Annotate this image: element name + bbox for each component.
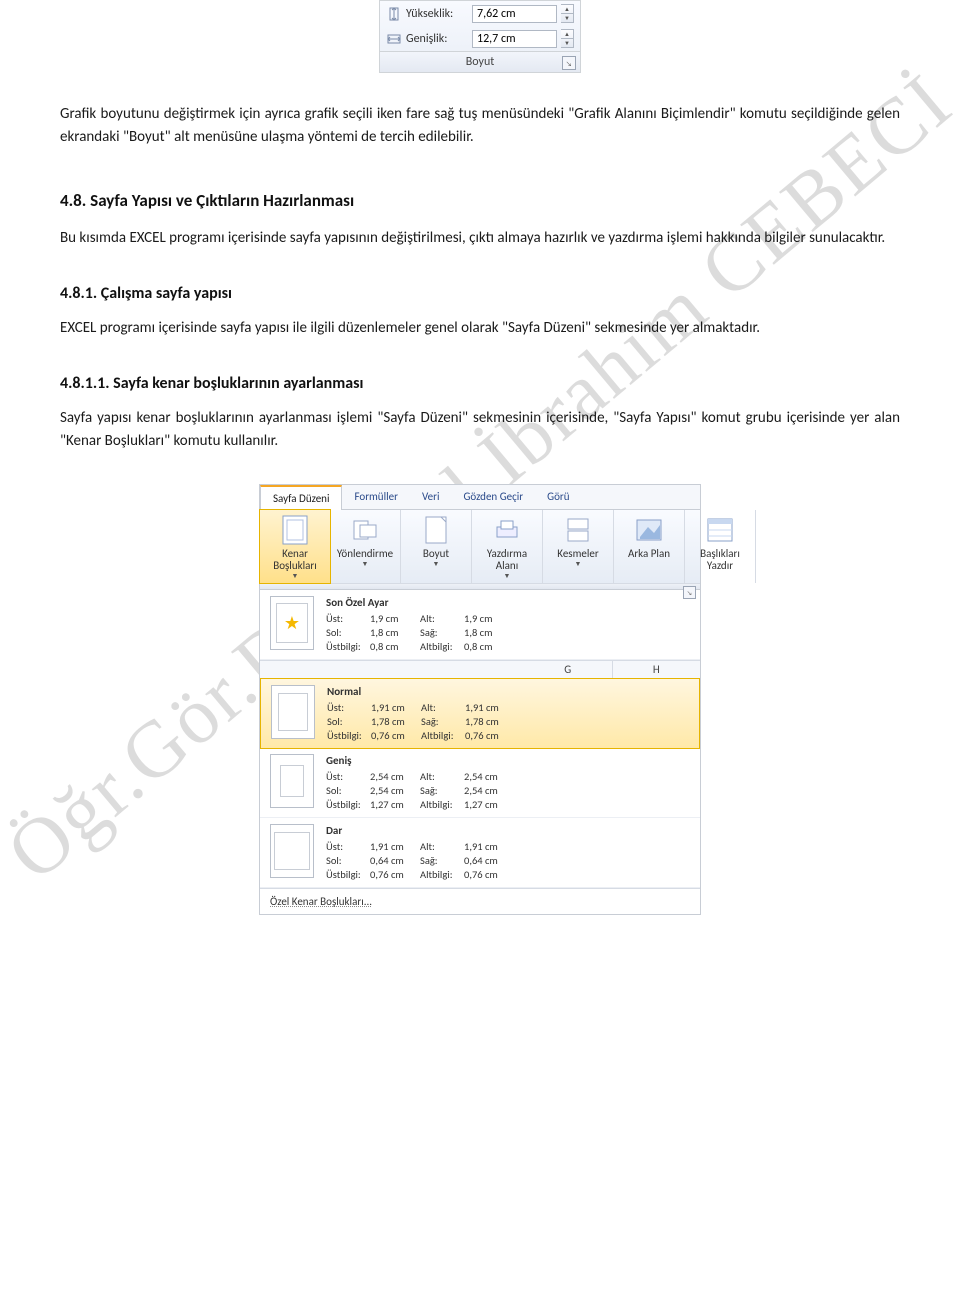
group-dialog-launcher-icon[interactable]: ↘ — [683, 586, 696, 599]
width-icon — [386, 31, 402, 47]
heading-4-8-1-1: 4.8.1.1. Sayfa kenar boşluklarının ayarl… — [60, 374, 900, 393]
size-label: Boyut — [423, 548, 449, 560]
chevron-down-icon: ▼ — [433, 560, 440, 568]
orientation-label: Yönlendirme — [337, 548, 393, 560]
custom-margins-item[interactable]: Özel Kenar Boşlukları... — [260, 888, 700, 914]
width-label: Genişlik: — [406, 32, 468, 46]
tab-data[interactable]: Veri — [410, 485, 452, 509]
margins-button[interactable]: Kenar Boşlukları ▼ — [259, 509, 331, 585]
tab-view[interactable]: Görü — [535, 485, 581, 509]
breaks-icon — [563, 515, 593, 545]
margins-label: Kenar Boşlukları — [268, 548, 322, 572]
breaks-label: Kesmeler — [557, 548, 598, 560]
orientation-button[interactable]: Yönlendirme ▼ — [330, 510, 401, 584]
background-icon — [634, 515, 664, 545]
breaks-button[interactable]: Kesmeler ▼ — [543, 510, 614, 584]
paragraph-1: Grafik boyutunu değiştirmek için ayrıca … — [60, 103, 900, 150]
ribbon-group-name-bar: ↘ — [260, 584, 700, 589]
print-area-icon — [492, 515, 522, 545]
print-titles-label: Başlıkları Yazdır — [693, 548, 747, 572]
preset-title: Son Özel Ayar — [326, 596, 690, 609]
heading-4-8: 4.8. Sayfa Yapısı ve Çıktıların Hazırlan… — [60, 190, 900, 211]
heading-4-8-1: 4.8.1. Çalışma sayfa yapısı — [60, 284, 900, 303]
preset-title: Normal — [327, 685, 689, 698]
margins-dropdown: Son Özel Ayar Üst:1,9 cmAlt:1,9 cm Sol:1… — [260, 589, 700, 914]
preset-title: Dar — [326, 824, 690, 837]
preset-thumb-icon — [270, 754, 314, 808]
col-g: G — [524, 661, 613, 678]
size-group-name: Boyut — [466, 55, 495, 69]
tab-review[interactable]: Gözden Geçir — [451, 485, 535, 509]
margin-preset-normal[interactable]: Normal Üst:1,91 cmAlt:1,91 cm Sol:1,78 c… — [260, 678, 700, 749]
paragraph-4: Sayfa yapısı kenar boşluklarının ayarlan… — [60, 407, 900, 454]
width-spinner[interactable]: ▲▼ — [561, 29, 574, 48]
margin-preset-narrow[interactable]: Dar Üst:1,91 cmAlt:1,91 cm Sol:0,64 cmSa… — [260, 818, 700, 888]
tab-formulas[interactable]: Formüller — [342, 485, 409, 509]
paragraph-2: Bu kısımda EXCEL programı içerisinde say… — [60, 227, 900, 250]
margin-preset-last-custom[interactable]: Son Özel Ayar Üst:1,9 cmAlt:1,9 cm Sol:1… — [260, 590, 700, 660]
print-titles-icon — [705, 515, 735, 545]
print-area-button[interactable]: Yazdırma Alanı ▼ — [472, 510, 543, 584]
preset-title: Geniş — [326, 754, 690, 767]
background-label: Arka Plan — [628, 548, 670, 560]
chevron-down-icon: ▼ — [292, 572, 299, 580]
chevron-down-icon: ▼ — [575, 560, 582, 568]
preset-thumb-icon — [271, 685, 315, 739]
preset-thumb-icon — [270, 824, 314, 878]
tab-page-layout[interactable]: Sayfa Düzeni — [260, 485, 342, 510]
height-label: Yükseklik: — [406, 7, 468, 21]
height-spinner[interactable]: ▲▼ — [561, 4, 574, 23]
col-h: H — [613, 661, 701, 678]
orientation-icon — [350, 515, 380, 545]
page-size-icon — [421, 515, 451, 545]
height-icon — [386, 6, 402, 22]
print-titles-button[interactable]: Başlıkları Yazdır — [685, 510, 756, 584]
sheet-column-headers: G H — [260, 660, 700, 679]
preset-thumb-icon — [270, 596, 314, 650]
paragraph-3: EXCEL programı içerisinde sayfa yapısı i… — [60, 317, 900, 340]
background-button[interactable]: Arka Plan — [614, 510, 685, 584]
chevron-down-icon: ▼ — [504, 572, 511, 580]
size-group-panel: Yükseklik: 7,62 cm ▲▼ Genişlik: 12,7 cm … — [379, 0, 581, 73]
size-dialog-launcher-icon[interactable]: ↘ — [562, 56, 576, 70]
margins-icon — [280, 515, 310, 545]
chevron-down-icon: ▼ — [362, 560, 369, 568]
margin-preset-wide[interactable]: Geniş Üst:2,54 cmAlt:2,54 cm Sol:2,54 cm… — [260, 748, 700, 818]
print-area-label: Yazdırma Alanı — [480, 548, 534, 572]
size-button[interactable]: Boyut ▼ — [401, 510, 472, 584]
ribbon-tabs: Sayfa Düzeni Formüller Veri Gözden Geçir… — [260, 485, 700, 510]
height-input[interactable]: 7,62 cm — [472, 5, 557, 23]
page-layout-ribbon: Sayfa Düzeni Formüller Veri Gözden Geçir… — [259, 484, 701, 916]
width-input[interactable]: 12,7 cm — [472, 30, 557, 48]
